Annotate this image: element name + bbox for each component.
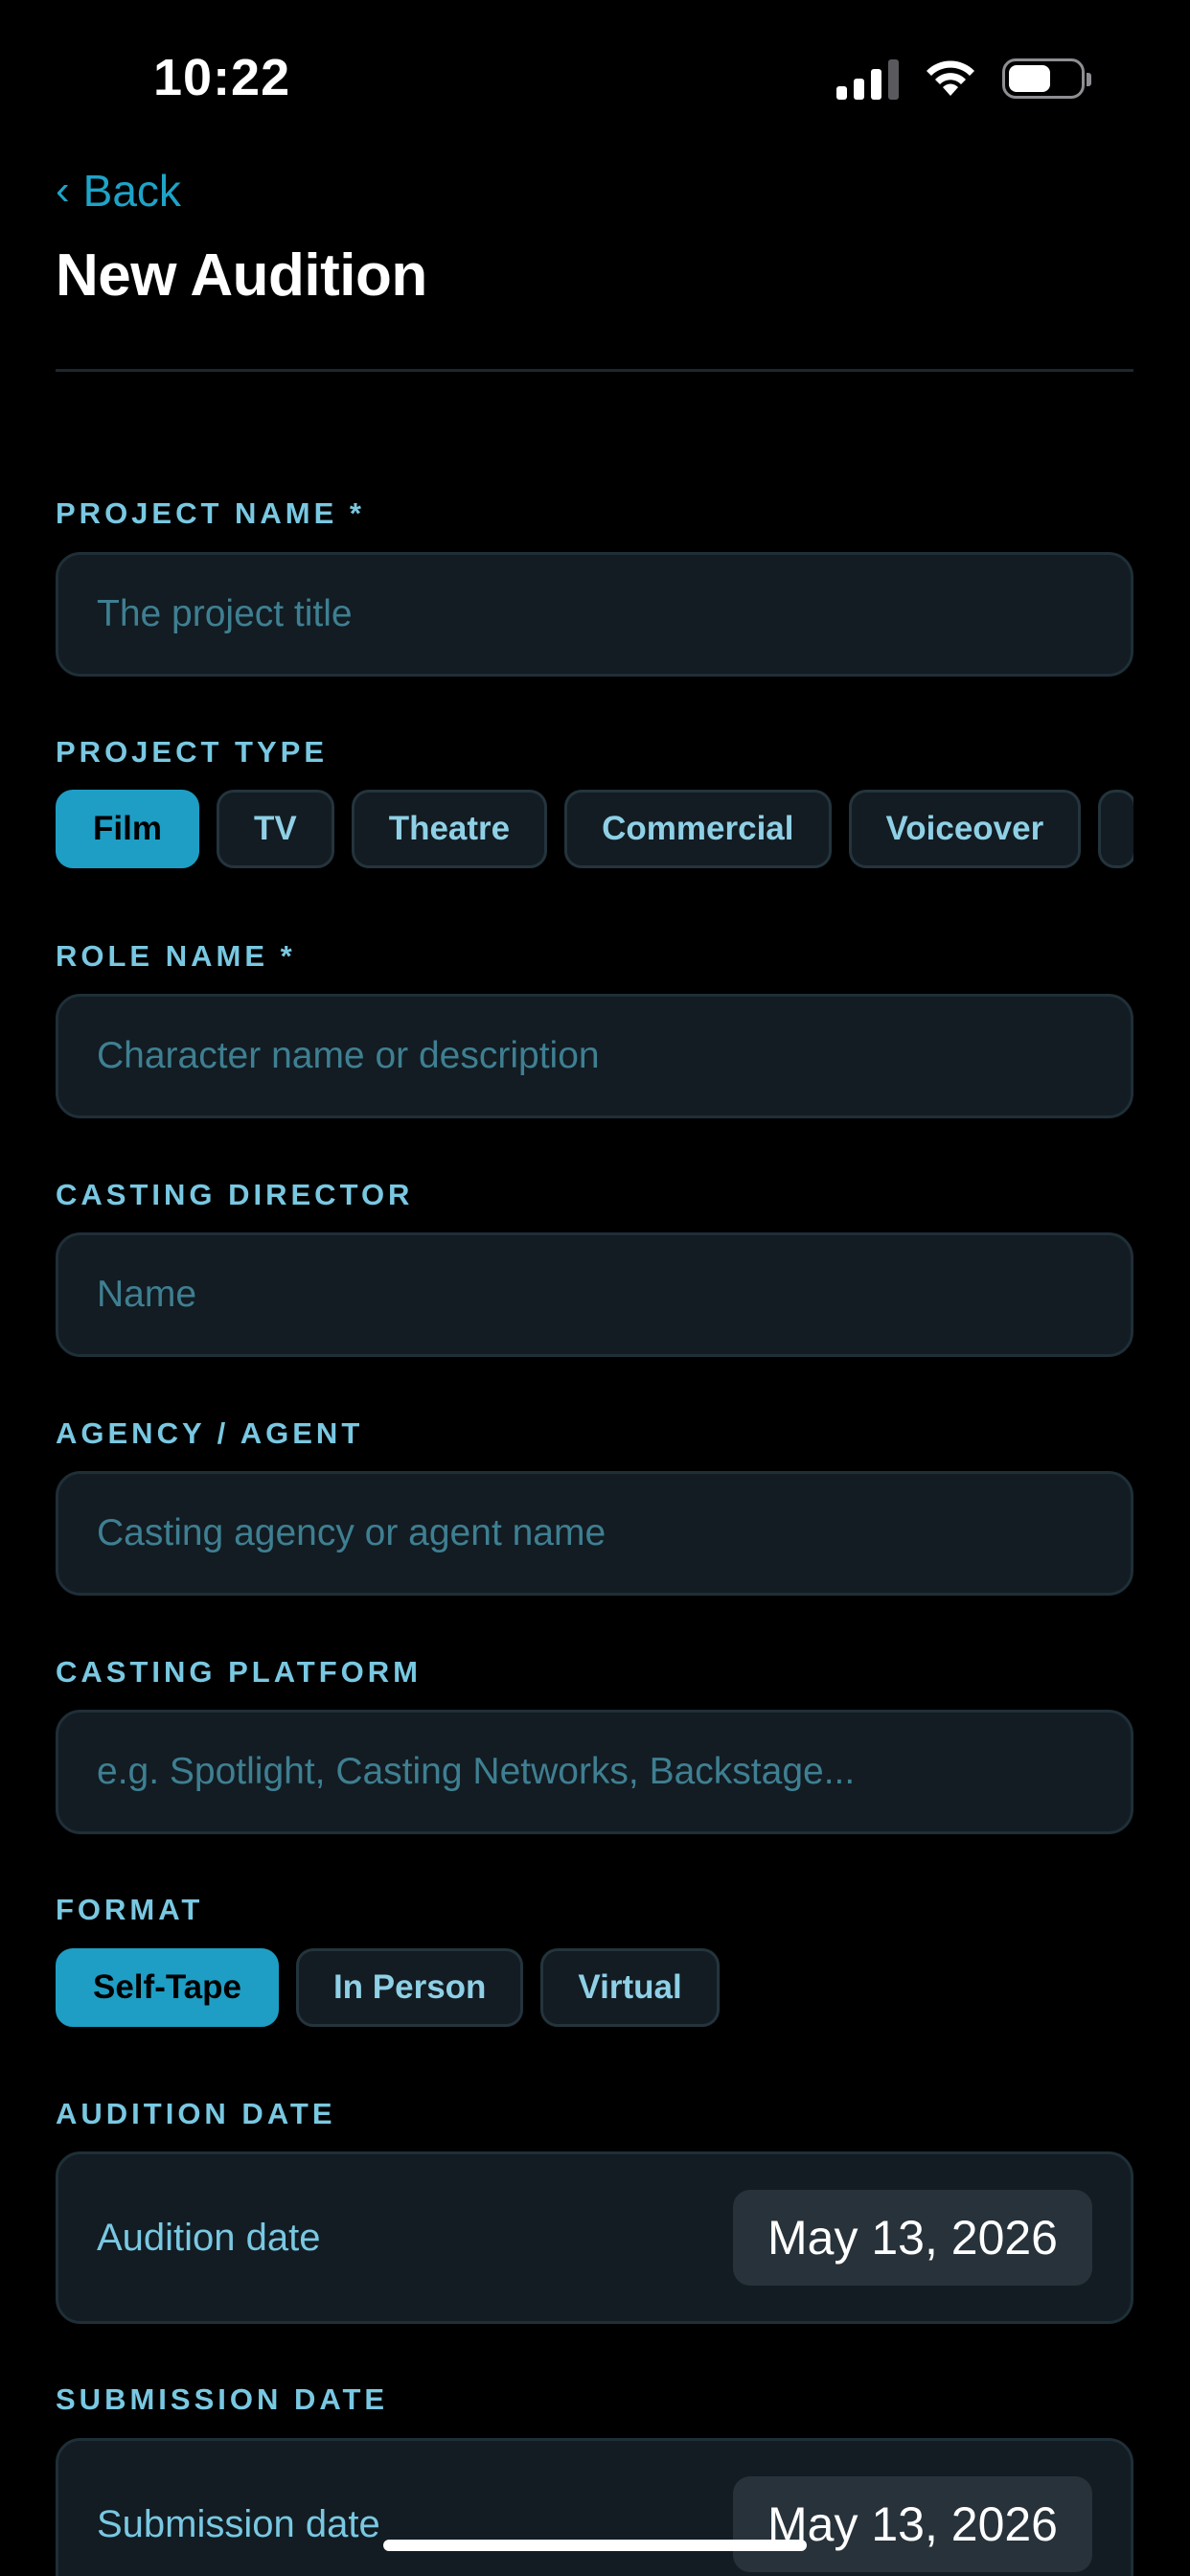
submission-date-picker[interactable]: May 13, 2026 <box>733 2476 1092 2572</box>
audition-date-picker[interactable]: May 13, 2026 <box>733 2190 1092 2286</box>
format-virtual-chip[interactable]: Virtual <box>540 1948 720 2027</box>
header-divider <box>56 369 1133 372</box>
project-type-chips: Film TV Theatre Commercial Voiceover <box>56 790 1133 868</box>
project-type-theatre-chip[interactable]: Theatre <box>351 790 548 868</box>
new-audition-screen: 10:22 ‹ Back New Audition PROJECT NAME *… <box>0 0 1190 2576</box>
back-label: Back <box>82 166 181 216</box>
project-name-input[interactable]: The project title <box>56 552 1133 677</box>
project-type-commercial-chip[interactable]: Commercial <box>564 790 832 868</box>
cellular-signal-icon <box>836 58 899 100</box>
casting-director-label: CASTING DIRECTOR <box>56 1178 414 1211</box>
project-type-film-chip[interactable]: Film <box>56 790 199 868</box>
page-title: New Audition <box>56 242 427 309</box>
wifi-icon <box>927 60 974 96</box>
status-icons <box>836 58 1091 100</box>
audition-date-field-label: Audition date <box>97 2216 321 2259</box>
format-chips: Self-Tape In Person Virtual <box>56 1948 1133 2027</box>
format-in-person-chip[interactable]: In Person <box>295 1948 524 2027</box>
submission-date-field: Submission date May 13, 2026 <box>56 2438 1133 2576</box>
agency-label: AGENCY / AGENT <box>56 1416 364 1450</box>
project-type-voiceover-chip[interactable]: Voiceover <box>848 790 1082 868</box>
casting-director-input[interactable]: Name <box>56 1232 1133 1357</box>
format-self-tape-chip[interactable]: Self-Tape <box>56 1948 279 2027</box>
status-time: 10:22 <box>153 49 291 106</box>
audition-date-field: Audition date May 13, 2026 <box>56 2151 1133 2324</box>
submission-date-label: SUBMISSION DATE <box>56 2382 389 2416</box>
home-indicator[interactable] <box>383 2540 807 2551</box>
project-type-tv-chip[interactable]: TV <box>216 790 334 868</box>
role-name-label: ROLE NAME * <box>56 939 296 973</box>
project-type-label: PROJECT TYPE <box>56 735 328 769</box>
format-label: FORMAT <box>56 1893 204 1926</box>
agency-input[interactable]: Casting agency or agent name <box>56 1471 1133 1596</box>
project-type-more-chip[interactable] <box>1098 790 1133 868</box>
status-bar: 10:22 <box>0 0 1190 163</box>
back-button[interactable]: ‹ Back <box>56 165 181 217</box>
submission-date-field-label: Submission date <box>97 2502 380 2545</box>
casting-platform-input[interactable]: e.g. Spotlight, Casting Networks, Backst… <box>56 1710 1133 1834</box>
role-name-input[interactable]: Character name or description <box>56 994 1133 1118</box>
audition-date-label: AUDITION DATE <box>56 2097 336 2130</box>
project-name-label: PROJECT NAME * <box>56 496 365 530</box>
chevron-left-icon: ‹ <box>56 167 70 214</box>
casting-platform-label: CASTING PLATFORM <box>56 1655 423 1689</box>
battery-icon <box>1002 58 1091 99</box>
battery-fill <box>1009 65 1051 92</box>
